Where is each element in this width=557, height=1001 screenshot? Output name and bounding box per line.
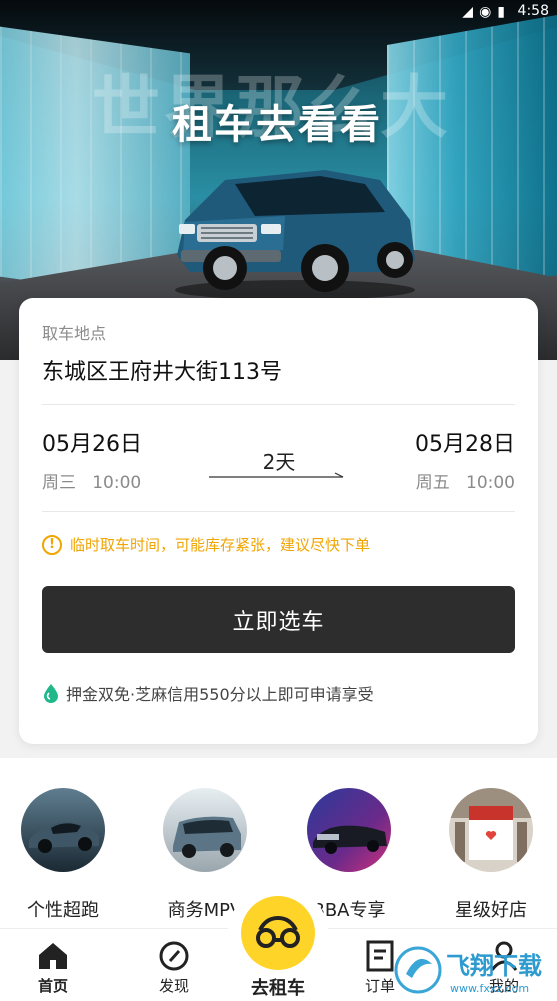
status-time: 4:58	[517, 3, 549, 19]
tab-home[interactable]: 首页	[13, 939, 93, 996]
battery-icon: ▮	[497, 4, 505, 20]
luxury-sedan-photo	[307, 788, 391, 872]
sports-car-photo	[21, 788, 105, 872]
tab-discover[interactable]: 发现	[134, 939, 214, 996]
category-label: 星级好店	[455, 900, 527, 921]
wifi-icon: ◉	[479, 4, 492, 20]
watermark-sub: www.fxxz.com	[450, 982, 529, 995]
tab-home-label: 首页	[37, 977, 68, 995]
pickup-address[interactable]: 东城区王府井大街113号	[42, 354, 282, 386]
start-date[interactable]: 05月26日	[42, 426, 142, 458]
car-face-icon	[256, 916, 300, 948]
category-label: 个性超跑	[27, 900, 99, 921]
deposit-free-text: 押金双免·芝麻信用550分以上即可申请享受	[66, 685, 374, 704]
hero-slogan: 租车去看看	[172, 102, 382, 148]
category-item-top-store[interactable]: 星级好店	[431, 788, 551, 922]
booking-card: 取车地点 东城区王府井大街113号 05月26日 周三 10:00 2天 05月…	[19, 298, 538, 744]
rent-car-button[interactable]	[241, 896, 315, 970]
water-drop-icon	[44, 684, 58, 703]
rental-duration: 2天	[262, 450, 296, 474]
tab-rent-car[interactable]: 去租车	[228, 884, 328, 1001]
end-weekday-time[interactable]: 周五 10:00	[416, 468, 515, 493]
divider	[42, 511, 515, 512]
arrow-right-icon	[209, 472, 344, 478]
tab-rent-car-label: 去租车	[251, 978, 305, 999]
watermark-text: 飞翔下载	[446, 952, 542, 980]
watermark-logo: 飞翔下载 www.fxxz.com	[394, 946, 542, 995]
status-bar: ◢ ◉ ▮ 4:58	[0, 0, 557, 24]
compass-icon	[156, 939, 192, 973]
start-weekday-time[interactable]: 周三 10:00	[42, 468, 141, 493]
signal-icon: ◢	[462, 4, 474, 20]
divider	[42, 404, 515, 405]
end-date[interactable]: 05月28日	[415, 426, 515, 458]
stock-notice-text: 临时取车时间，可能库存紧张，建议尽快下单	[70, 536, 371, 554]
category-item-sports-car[interactable]: 个性超跑	[3, 788, 123, 922]
mpv-van-photo	[163, 788, 247, 872]
tab-discover-label: 发现	[158, 977, 189, 995]
suv-car-image	[175, 170, 415, 300]
store-front-photo	[449, 788, 533, 872]
home-icon	[35, 939, 71, 973]
pickup-label: 取车地点	[42, 324, 107, 343]
exclamation-icon: !	[42, 534, 62, 555]
deposit-free-info[interactable]: 押金双免·芝麻信用550分以上即可申请享受	[42, 681, 374, 705]
stock-notice: ! 临时取车时间，可能库存紧张，建议尽快下单	[42, 534, 370, 555]
status-icons: ◢ ◉ ▮	[462, 4, 505, 20]
select-car-button[interactable]: 立即选车	[42, 586, 515, 653]
